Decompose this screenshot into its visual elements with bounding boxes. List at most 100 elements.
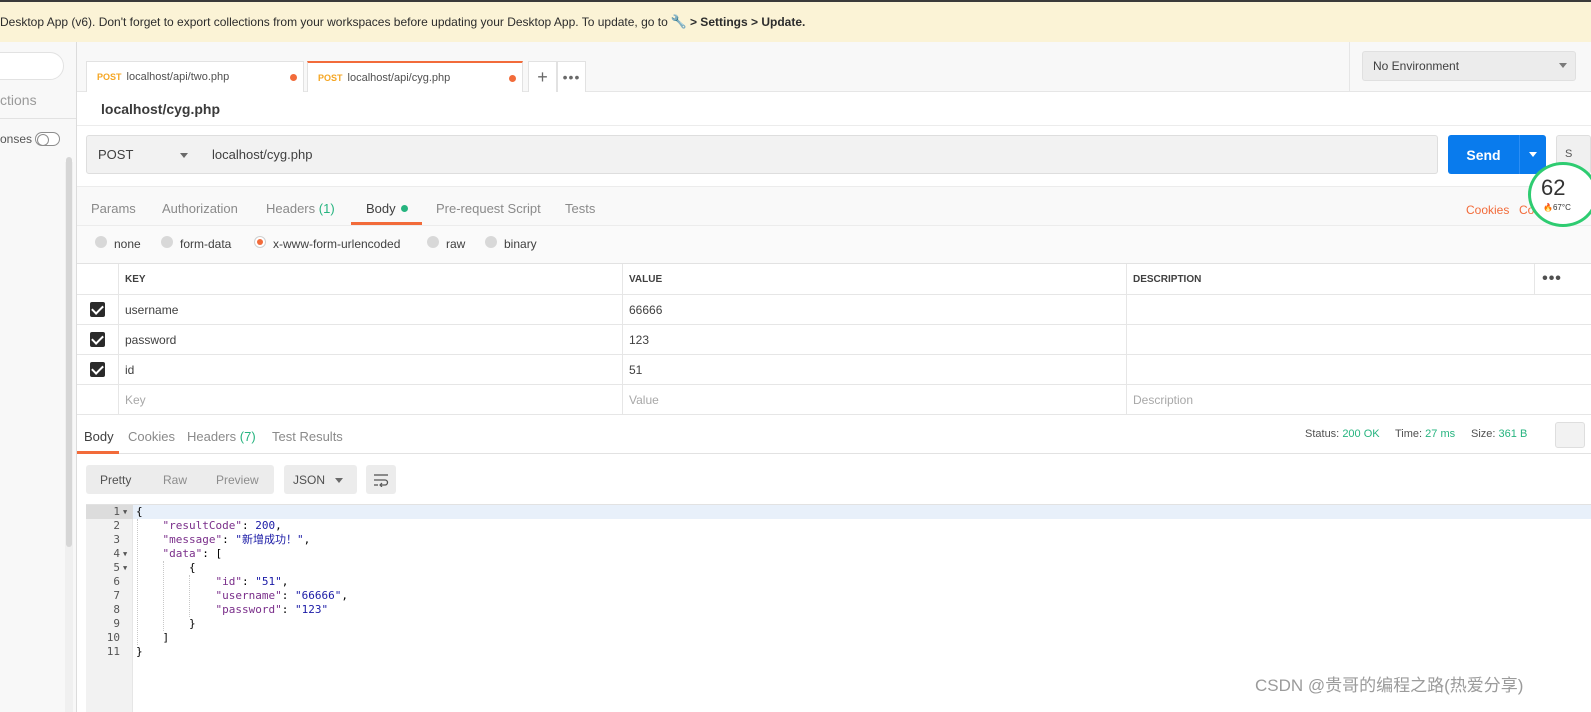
- line-number: 8: [113, 603, 120, 616]
- tab-options-ellipsis-icon[interactable]: •••: [557, 61, 586, 92]
- radio-circle-icon: [427, 236, 439, 248]
- response-tab-test-results[interactable]: Test Results: [272, 429, 343, 444]
- fold-caret-icon[interactable]: ▼: [123, 561, 127, 575]
- row-checkbox[interactable]: [77, 325, 118, 354]
- response-tab-headers-count: (7): [239, 429, 256, 444]
- column-header-value: VALUE: [622, 264, 1126, 294]
- format-preview[interactable]: Preview: [216, 473, 259, 487]
- param-value[interactable]: 66666: [622, 295, 1126, 324]
- format-raw[interactable]: Raw: [163, 473, 187, 487]
- line-number: 10: [106, 631, 120, 644]
- language-select[interactable]: JSON: [284, 465, 357, 494]
- request-section-tabs: Params Authorization Headers (1) Body Pr…: [77, 186, 1591, 226]
- tab-params[interactable]: Params: [91, 201, 136, 216]
- tab-pre-request-script[interactable]: Pre-request Script: [436, 201, 541, 216]
- new-description-input[interactable]: Description: [1126, 385, 1591, 414]
- line-number: 11: [106, 645, 120, 658]
- param-key[interactable]: id: [118, 355, 622, 384]
- code-line: {: [136, 505, 143, 518]
- row-checkbox-empty: [77, 385, 118, 414]
- format-toggle-group: Pretty Raw Preview: [86, 465, 274, 494]
- tab-headers-count: (1): [318, 201, 335, 216]
- code-line: ]: [136, 631, 170, 644]
- param-key[interactable]: username: [118, 295, 622, 324]
- cookies-link[interactable]: Cookies: [1466, 203, 1509, 217]
- new-key-input[interactable]: Key: [118, 385, 622, 414]
- tab-headers-label: Headers: [266, 201, 316, 216]
- param-description[interactable]: [1126, 355, 1591, 384]
- environment-select[interactable]: No Environment: [1362, 51, 1576, 81]
- body-indicator-dot-icon: [400, 205, 408, 212]
- method-select[interactable]: POST: [86, 135, 201, 174]
- unsaved-dot-icon: [509, 75, 516, 82]
- format-pretty[interactable]: Pretty: [100, 473, 131, 487]
- body-params-table: KEY VALUE DESCRIPTION ••• username 66666…: [77, 263, 1591, 415]
- checkbox-checked-icon: [90, 332, 105, 347]
- request-tab-active[interactable]: POST localhost/api/cyg.php: [307, 61, 523, 92]
- code-line: "message": "新增成功！",: [162, 533, 311, 546]
- response-tab-cookies[interactable]: Cookies: [128, 429, 175, 444]
- response-tab-headers[interactable]: Headers (7): [187, 429, 256, 444]
- request-tab[interactable]: POST localhost/api/two.php: [86, 61, 304, 92]
- performance-monitor-widget[interactable]: 62 🔥67°C: [1528, 162, 1591, 227]
- param-description[interactable]: [1126, 325, 1591, 354]
- table-row: password 123: [77, 325, 1591, 355]
- chevron-down-icon: [1559, 63, 1567, 68]
- save-response-button[interactable]: [1555, 422, 1585, 448]
- url-input[interactable]: [200, 135, 1438, 174]
- response-tab-body[interactable]: Body: [84, 429, 114, 444]
- tab-tests[interactable]: Tests: [565, 201, 595, 216]
- tab-authorization[interactable]: Authorization: [162, 201, 238, 216]
- radio-form-data[interactable]: form-data: [161, 236, 231, 251]
- row-checkbox[interactable]: [77, 355, 118, 384]
- tab-method: POST: [97, 72, 122, 82]
- status-label: Status:: [1305, 428, 1340, 440]
- banner-text: Desktop App (v6). Don't forget to export…: [0, 15, 668, 29]
- perf-value: 62: [1541, 175, 1566, 200]
- radio-none[interactable]: none: [95, 236, 141, 251]
- radio-binary[interactable]: binary: [485, 236, 537, 251]
- time-readout: Time: 27 ms: [1395, 428, 1455, 440]
- new-tab-plus-icon[interactable]: +: [528, 61, 557, 92]
- code-line: "id": "51",: [215, 575, 289, 588]
- response-header: Body Cookies Headers (7) Test Results St…: [77, 419, 1591, 454]
- perf-temp-value: 67°C: [1552, 203, 1571, 212]
- sidebar-scrollbar[interactable]: [66, 157, 72, 547]
- send-button[interactable]: Send: [1448, 135, 1519, 174]
- code-line: {: [136, 561, 196, 574]
- radio-urlencoded[interactable]: x-www-form-urlencoded: [254, 236, 400, 251]
- size-label: Size:: [1471, 428, 1496, 440]
- fold-caret-icon[interactable]: ▼: [123, 547, 127, 561]
- language-selected: JSON: [293, 472, 326, 487]
- radio-raw[interactable]: raw: [427, 236, 465, 251]
- fold-caret-icon[interactable]: ▼: [123, 505, 127, 519]
- new-value-input[interactable]: Value: [622, 385, 1126, 414]
- sidebar-search-input[interactable]: [0, 52, 64, 80]
- sidebar: ctions onses: [0, 42, 77, 712]
- line-number: 5: [113, 561, 120, 574]
- wrench-icon: 🔧: [670, 14, 687, 29]
- bulk-edit-ellipsis-icon[interactable]: •••: [1534, 264, 1569, 294]
- wrap-lines-icon: [374, 473, 389, 487]
- wrap-lines-button[interactable]: [366, 465, 396, 494]
- param-description[interactable]: [1126, 295, 1591, 324]
- radio-selected-icon: [254, 236, 266, 248]
- tab-headers[interactable]: Headers (1): [266, 201, 335, 216]
- code-line: "username": "66666",: [215, 589, 348, 602]
- body-type-radios: none form-data x-www-form-urlencoded raw…: [77, 226, 1591, 263]
- request-tab-strip: POST localhost/api/two.php POST localhos…: [77, 42, 1349, 92]
- table-row: id 51: [77, 355, 1591, 385]
- param-value[interactable]: 51: [622, 355, 1126, 384]
- param-value[interactable]: 123: [622, 325, 1126, 354]
- line-number: 2: [113, 519, 120, 532]
- code-line: "data": [: [162, 547, 223, 560]
- banner-settings-path: > Settings > Update.: [689, 15, 806, 29]
- environment-selected: No Environment: [1373, 59, 1460, 73]
- save-responses-toggle[interactable]: [35, 132, 60, 146]
- code-line: }: [136, 645, 143, 658]
- collections-tab-label[interactable]: ctions: [0, 92, 37, 108]
- row-checkbox[interactable]: [77, 295, 118, 324]
- tab-body[interactable]: Body: [366, 201, 408, 216]
- param-key[interactable]: password: [118, 325, 622, 354]
- code-line: "resultCode": 200,: [162, 519, 282, 532]
